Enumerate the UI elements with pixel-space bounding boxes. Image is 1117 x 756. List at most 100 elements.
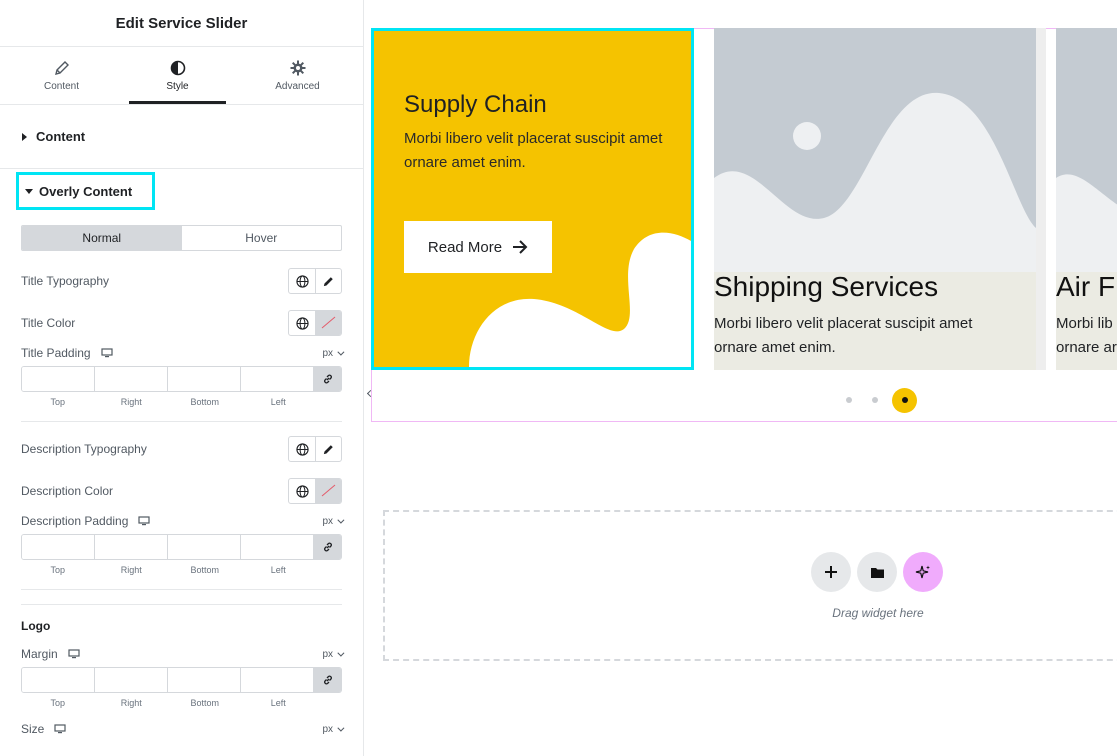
- padding-left-input[interactable]: [241, 367, 314, 391]
- size-control: Size px: [21, 722, 345, 736]
- unit-label: px: [322, 515, 333, 527]
- gear-icon: [290, 60, 305, 75]
- description-typography-control: Description Typography: [21, 436, 342, 462]
- unit-select[interactable]: px: [322, 515, 345, 527]
- slide-description: Morbi lib ornare ar: [1056, 315, 1117, 356]
- edit-pencil-icon[interactable]: [315, 437, 341, 461]
- slide-title: Air Fr: [1056, 271, 1117, 302]
- dim-label-right: Right: [120, 397, 142, 407]
- dimension-labels: Top Right Bottom Left: [21, 698, 342, 708]
- global-icon[interactable]: [289, 437, 315, 461]
- section-content-toggle[interactable]: Content: [0, 105, 363, 169]
- widget-dropzone[interactable]: Drag widget here: [383, 510, 1117, 661]
- padding-top-input[interactable]: [22, 367, 95, 391]
- slide-title: Supply Chain: [404, 91, 547, 118]
- link-icon[interactable]: [314, 668, 341, 692]
- tab-content[interactable]: Content: [0, 47, 123, 104]
- state-normal-tab[interactable]: Normal: [22, 226, 182, 250]
- desktop-icon[interactable]: [138, 516, 151, 526]
- link-icon[interactable]: [314, 535, 341, 559]
- title-padding-inputs: [21, 366, 342, 392]
- add-section-button[interactable]: [811, 552, 851, 592]
- dim-label-left: Left: [270, 698, 286, 708]
- margin-top-input[interactable]: [22, 668, 95, 692]
- section-overly-toggle[interactable]: Overly Content: [16, 172, 156, 210]
- pencil-icon: [54, 60, 69, 75]
- edit-pencil-icon[interactable]: [315, 269, 341, 293]
- title-typography-control: Title Typography: [21, 268, 342, 294]
- pagination-dot[interactable]: [846, 397, 852, 403]
- padding-top-input[interactable]: [22, 535, 95, 559]
- color-swatch[interactable]: [315, 479, 341, 503]
- pagination-dot-active[interactable]: [892, 387, 917, 413]
- description-typography-label: Description Typography: [21, 442, 147, 456]
- state-switcher: Normal Hover: [21, 225, 342, 251]
- chevron-down-icon: [337, 724, 345, 732]
- global-icon[interactable]: [289, 269, 315, 293]
- link-icon[interactable]: [314, 367, 341, 391]
- padding-bottom-input[interactable]: [168, 535, 241, 559]
- dim-label-right: Right: [120, 565, 142, 575]
- padding-left-input[interactable]: [241, 535, 314, 559]
- padding-bottom-input[interactable]: [168, 367, 241, 391]
- unit-label: px: [322, 347, 333, 359]
- title-typography-label: Title Typography: [21, 274, 110, 288]
- margin-control: Margin px: [21, 647, 345, 661]
- padding-right-input[interactable]: [95, 367, 168, 391]
- slide-air-freight[interactable]: Air Fr Morbi lib ornare ar: [1056, 28, 1117, 370]
- margin-right-input[interactable]: [95, 668, 168, 692]
- read-more-label: Read More: [427, 238, 503, 256]
- caret-right-icon: [22, 132, 27, 141]
- editor-panel: Edit Service Slider Content Style Advanc…: [0, 0, 364, 756]
- ai-generate-button[interactable]: [903, 552, 943, 592]
- tab-advanced[interactable]: Advanced: [232, 47, 363, 104]
- margin-bottom-input[interactable]: [168, 668, 241, 692]
- desktop-icon[interactable]: [54, 724, 66, 734]
- dim-label-top: Top: [50, 698, 65, 708]
- padding-right-input[interactable]: [95, 535, 168, 559]
- description-padding-control: Description Padding px: [21, 514, 345, 528]
- description-color-control: Description Color: [21, 478, 342, 504]
- caret-down-icon: [25, 188, 33, 194]
- margin-left-input[interactable]: [241, 668, 314, 692]
- section-content-label: Content: [36, 129, 86, 144]
- panel-tabs: Content Style Advanced: [0, 47, 363, 105]
- unit-label: px: [322, 648, 333, 660]
- size-label: Size: [21, 722, 45, 736]
- description-padding-inputs: [21, 534, 342, 560]
- divider: [21, 421, 342, 422]
- dim-label-top: Top: [50, 397, 65, 407]
- title-color-label: Title Color: [21, 316, 76, 330]
- title-color-control: Title Color: [21, 310, 342, 336]
- dim-label-bottom: Bottom: [190, 565, 219, 575]
- plus-icon: [825, 566, 837, 578]
- contrast-icon: [170, 60, 185, 75]
- add-template-button[interactable]: [857, 552, 897, 592]
- desktop-icon[interactable]: [101, 348, 113, 358]
- folder-icon: [870, 567, 884, 578]
- unit-select[interactable]: px: [322, 648, 345, 660]
- global-icon[interactable]: [289, 479, 315, 503]
- description-padding-label: Description Padding: [21, 514, 129, 528]
- global-icon[interactable]: [289, 311, 315, 335]
- slide-supply-chain[interactable]: Supply Chain Morbi libero velit placerat…: [371, 28, 694, 370]
- tab-style[interactable]: Style: [123, 47, 232, 104]
- color-swatch[interactable]: [315, 311, 341, 335]
- margin-inputs: [21, 667, 342, 693]
- state-hover-tab[interactable]: Hover: [182, 226, 342, 250]
- chevron-down-icon: [337, 348, 345, 356]
- title-padding-control: Title Padding px: [21, 346, 345, 360]
- dim-label-right: Right: [120, 698, 142, 708]
- chevron-down-icon: [337, 649, 345, 657]
- tab-advanced-label: Advanced: [275, 80, 320, 92]
- unit-select[interactable]: px: [322, 347, 345, 359]
- pagination-dot[interactable]: [872, 397, 878, 403]
- dim-label-bottom: Bottom: [190, 698, 219, 708]
- description-color-label: Description Color: [21, 484, 114, 498]
- read-more-button[interactable]: Read More: [404, 221, 552, 273]
- unit-select[interactable]: px: [322, 724, 345, 735]
- slide-description: Morbi libero velit placerat suscipit ame…: [404, 130, 663, 171]
- slide-shipping-services[interactable]: Shipping Services Morbi libero velit pla…: [714, 28, 1046, 370]
- chevron-down-icon: [337, 516, 345, 524]
- desktop-icon[interactable]: [68, 649, 80, 659]
